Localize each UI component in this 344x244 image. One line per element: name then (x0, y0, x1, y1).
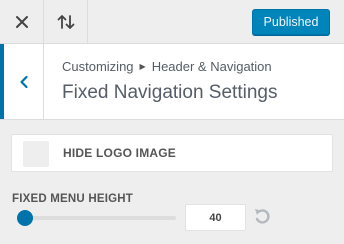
chevron-left-icon (19, 75, 28, 88)
publish-button[interactable]: Published (252, 9, 330, 35)
hide-logo-checkbox[interactable] (23, 141, 49, 167)
sort-arrows-icon (57, 14, 74, 29)
breadcrumb-section: Header & Navigation (151, 59, 272, 74)
breadcrumb: Customizing ▶ Header & Navigation (62, 59, 272, 74)
close-button[interactable] (0, 0, 44, 43)
page-title: Fixed Navigation Settings (62, 82, 278, 103)
section-header: Customizing ▶ Header & Navigation Fixed Na… (0, 44, 344, 120)
breadcrumb-root: Customizing (62, 59, 134, 74)
hide-logo-option[interactable]: HIDE LOGO IMAGE (11, 134, 333, 172)
hide-logo-label: HIDE LOGO IMAGE (63, 146, 177, 160)
back-button[interactable] (0, 44, 44, 119)
menu-height-label: FIXED MENU HEIGHT (12, 193, 133, 205)
menu-height-slider-handle[interactable] (17, 210, 33, 226)
customizer-topbar: Published (0, 0, 344, 44)
close-icon (15, 15, 28, 28)
reset-button[interactable] (252, 206, 272, 226)
menu-height-input[interactable]: 40 (185, 204, 246, 231)
reorder-button[interactable] (44, 0, 88, 43)
undo-icon (255, 209, 270, 224)
menu-height-slider-track[interactable] (22, 216, 176, 220)
triangle-right-icon: ▶ (139, 62, 146, 71)
